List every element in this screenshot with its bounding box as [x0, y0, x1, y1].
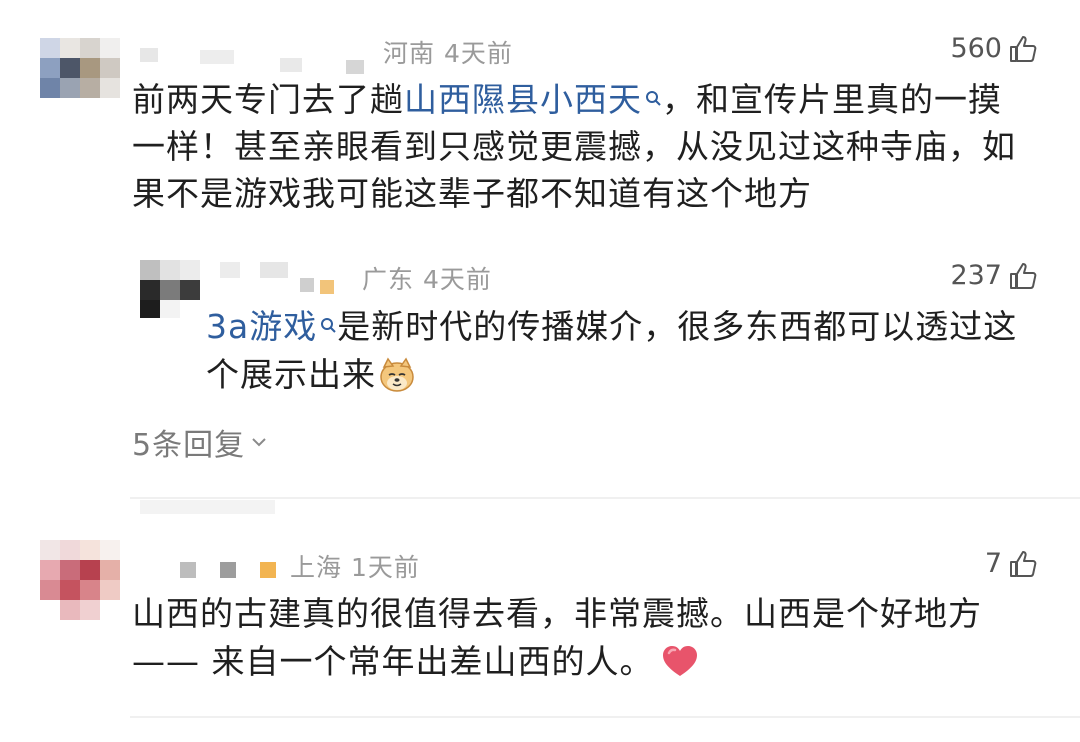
comment-time: 1天前: [350, 553, 420, 582]
comment-text: —— 来自一个常年出差山西的人。: [132, 642, 654, 681]
username-blurred[interactable]: [140, 40, 375, 74]
heart-emoji-icon: [660, 642, 700, 691]
comment-time: 4天前: [443, 39, 513, 68]
like-button[interactable]: 237: [950, 260, 1038, 291]
thumbs-up-icon: [1008, 549, 1038, 579]
reply-text: 是新时代的传播媒介，很多东西都可以透过这: [337, 307, 1018, 346]
topic-link[interactable]: 山西隰县小西天: [404, 80, 642, 119]
more-replies-label: 5条回复: [132, 428, 246, 463]
reply-time: 4天前: [422, 265, 492, 294]
thumbs-up-icon: [1008, 261, 1038, 291]
search-icon: [644, 80, 662, 129]
comment-text: ，和宣传片里真的一摸: [662, 80, 1002, 119]
thumbs-up-icon: [1008, 34, 1038, 64]
reply-location: 广东: [362, 265, 415, 294]
chevron-down-icon: [249, 425, 269, 460]
comment-text: 果不是游戏我可能这辈子都不知道有这个地方: [132, 174, 812, 213]
like-button[interactable]: 560: [950, 33, 1038, 64]
username-blurred[interactable]: [220, 262, 350, 296]
doge-emoji-icon: [378, 355, 416, 404]
comment-text: 前两天专门去了趟: [132, 80, 404, 119]
like-count: 237: [950, 260, 1002, 291]
reply-text: 个展示出来: [206, 355, 376, 394]
avatar[interactable]: [40, 38, 122, 98]
search-icon: [319, 307, 337, 356]
avatar[interactable]: [140, 260, 204, 318]
username-blurred: [140, 500, 275, 514]
divider: [130, 497, 1080, 499]
like-count: 560: [950, 33, 1002, 64]
divider: [130, 716, 1080, 718]
comment-text: 山西的古建真的很值得去看，非常震撼。山西是个好地方: [132, 594, 982, 633]
comment-location: 河南: [383, 39, 436, 68]
avatar[interactable]: [40, 540, 120, 620]
like-button[interactable]: 7: [985, 548, 1038, 579]
username-blurred[interactable]: [180, 558, 280, 580]
comment-location: 上海: [290, 553, 343, 582]
comment-text: 一样！甚至亲眼看到只感觉更震撼，从没见过这种寺庙，如: [132, 127, 1016, 166]
more-replies-button[interactable]: 5条回复: [132, 420, 269, 464]
topic-link[interactable]: 3a游戏: [206, 307, 317, 346]
like-count: 7: [984, 548, 1002, 579]
